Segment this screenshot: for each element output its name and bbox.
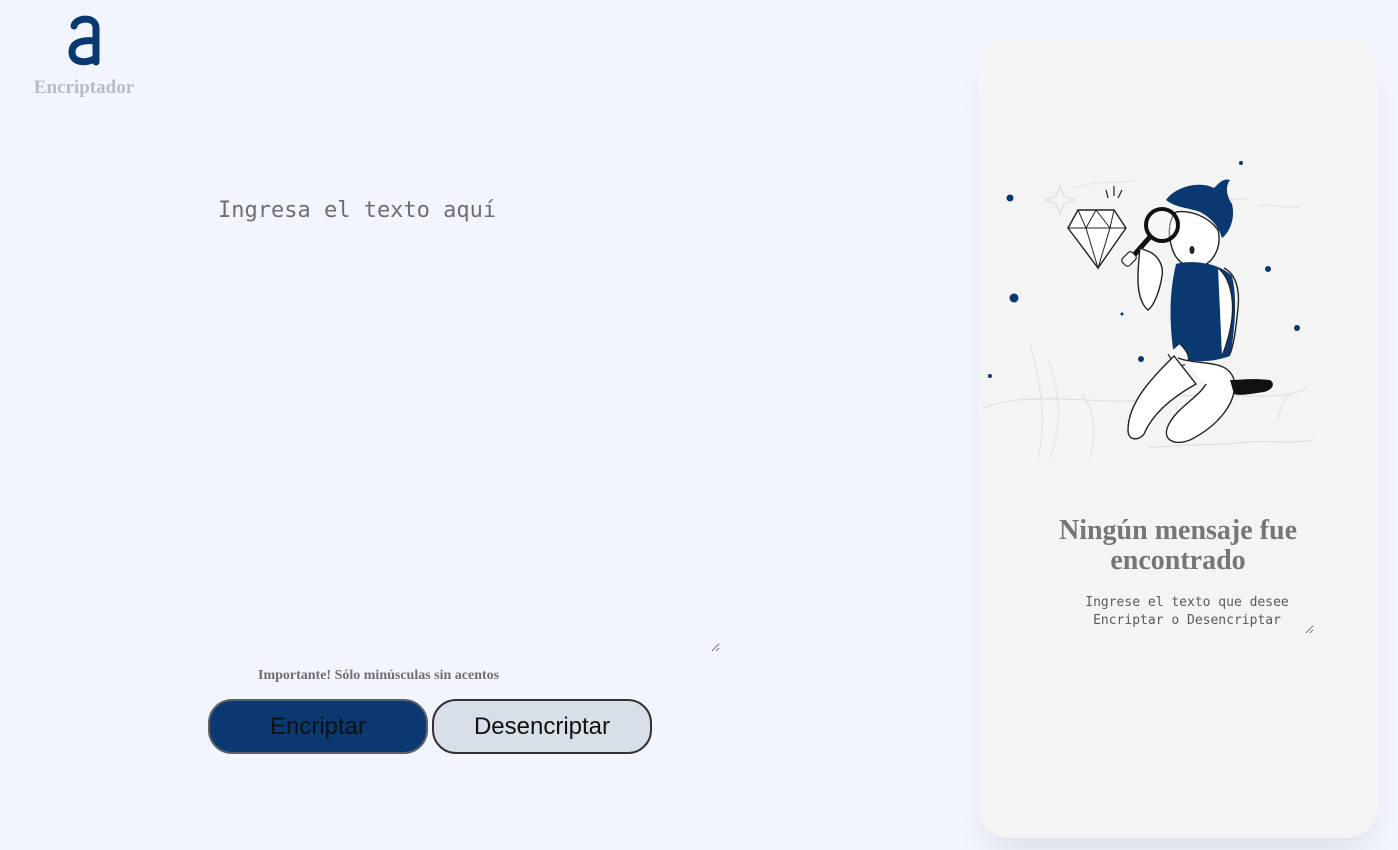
logo: Encriptador (28, 14, 140, 97)
output-panel: Ningún mensaje fue encontrado (978, 38, 1378, 838)
text-input[interactable] (208, 188, 720, 652)
notice-text: Importante! Sólo minúsculas sin acentos (258, 668, 500, 683)
notice: i Importante! Sólo minúsculas sin acento… (258, 668, 499, 684)
logo-text: Encriptador (33, 77, 135, 98)
page: Encriptador i Importante! Sólo minúscula… (0, 0, 1398, 850)
empty-state-title: Ningún mensaje fue encontrado (1058, 515, 1297, 576)
person-with-magnifier-and-diamond-illustration (982, 161, 1315, 459)
decrypt-button[interactable]: Desencriptar (432, 699, 652, 754)
encrypt-button[interactable]: Encriptar (208, 699, 428, 754)
a-logo-icon (68, 15, 100, 66)
output-textarea[interactable] (1060, 594, 1314, 634)
